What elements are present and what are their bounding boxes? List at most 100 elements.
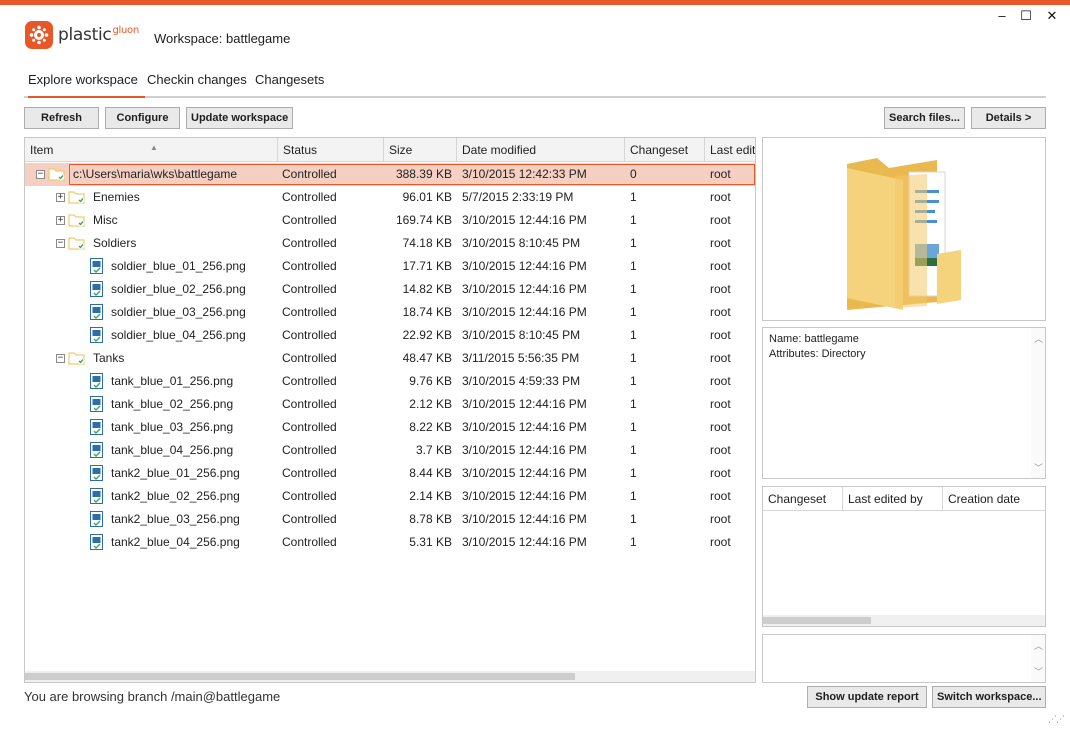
table-row[interactable]: − c:\Users\maria\wks\battlegame Controlled… xyxy=(25,163,755,186)
item-size: 2.12 KB xyxy=(409,397,452,411)
update-workspace-button[interactable]: Update workspace xyxy=(186,107,293,129)
column-header-status[interactable]: Status xyxy=(278,138,384,162)
column-header-last-edit[interactable]: Last edit xyxy=(705,138,755,162)
collapse-icon[interactable]: − xyxy=(56,354,65,363)
item-changeset: 1 xyxy=(630,282,637,296)
controlled-folder-icon xyxy=(68,352,85,365)
history-horizontal-scrollbar[interactable] xyxy=(763,615,1045,626)
controlled-folder-icon xyxy=(68,191,85,204)
configure-button[interactable]: Configure xyxy=(105,107,180,129)
item-size: 2.14 KB xyxy=(409,489,452,503)
table-row[interactable]: soldier_blue_01_256.png Controlled 17.71 K… xyxy=(25,255,755,278)
controlled-image-file-icon xyxy=(90,304,103,320)
item-changeset: 1 xyxy=(630,489,637,503)
item-size: 48.47 KB xyxy=(402,351,452,365)
item-last-edit: root xyxy=(710,443,731,457)
item-size: 5.31 KB xyxy=(409,535,452,549)
workspace-file-grid: Item ▲ Status Size Date modified Changese… xyxy=(24,137,756,683)
controlled-image-file-icon xyxy=(90,281,103,297)
table-row[interactable]: soldier_blue_04_256.png Controlled 22.92 K… xyxy=(25,324,755,347)
collapse-icon[interactable]: − xyxy=(36,170,45,179)
column-header-date-modified[interactable]: Date modified xyxy=(457,138,625,162)
item-status: Controlled xyxy=(282,535,337,549)
details-button[interactable]: Details > xyxy=(971,107,1046,129)
comment-panel[interactable]: ︿ ﹀ xyxy=(762,634,1046,683)
grid-header: Item ▲ Status Size Date modified Changese… xyxy=(25,138,755,162)
table-row[interactable]: tank_blue_01_256.png Controlled 9.76 KB 3/1… xyxy=(25,370,755,393)
table-row[interactable]: tank_blue_02_256.png Controlled 2.12 KB 3/1… xyxy=(25,393,755,416)
table-row[interactable]: soldier_blue_03_256.png Controlled 18.74 K… xyxy=(25,301,755,324)
item-name: Soldiers xyxy=(93,236,137,250)
controlled-image-file-icon xyxy=(90,534,103,550)
refresh-button[interactable]: Refresh xyxy=(24,107,99,129)
logo-wordmark: plasticgluon xyxy=(58,25,139,45)
properties-panel: Name: battlegame Attributes: Directory ︿… xyxy=(762,327,1046,479)
minimize-button[interactable]: – xyxy=(990,8,1014,24)
item-name: soldier_blue_01_256.png xyxy=(111,259,246,273)
item-name: tank_blue_04_256.png xyxy=(111,443,234,457)
comment-scroll-down-icon[interactable]: ﹀ xyxy=(1034,665,1043,678)
item-date-modified: 3/10/2015 12:44:16 PM xyxy=(462,535,587,549)
tab-checkin-changes[interactable]: Checkin changes xyxy=(147,72,247,98)
main-tabs: Explore workspace Checkin changes Change… xyxy=(24,72,1046,98)
comment-vertical-scrollbar[interactable]: ︿ ﹀ xyxy=(1031,635,1045,682)
resize-grip-icon[interactable]: ⋰⋰ xyxy=(1048,714,1065,725)
item-name: soldier_blue_03_256.png xyxy=(111,305,246,319)
item-date-modified: 3/10/2015 12:44:16 PM xyxy=(462,259,587,273)
item-date-modified: 3/10/2015 12:42:33 PM xyxy=(462,167,587,181)
table-row[interactable]: + Misc Controlled 169.74 KB 3/10/2015 12:44:… xyxy=(25,209,755,232)
item-changeset: 1 xyxy=(630,190,637,204)
grid-horizontal-scrollbar[interactable] xyxy=(25,671,755,682)
history-column-last-edited-by[interactable]: Last edited by xyxy=(843,487,943,511)
expand-icon[interactable]: + xyxy=(56,216,65,225)
table-row[interactable]: soldier_blue_02_256.png Controlled 14.82 K… xyxy=(25,278,755,301)
column-header-item[interactable]: Item ▲ xyxy=(25,138,278,162)
item-status: Controlled xyxy=(282,466,337,480)
comment-scroll-up-icon[interactable]: ︿ xyxy=(1034,639,1043,652)
search-files-button[interactable]: Search files... xyxy=(884,107,965,129)
item-date-modified: 3/10/2015 12:44:16 PM xyxy=(462,282,587,296)
item-date-modified: 3/11/2015 5:56:35 PM xyxy=(462,351,580,365)
history-scrollbar-thumb[interactable] xyxy=(763,617,871,624)
table-row[interactable]: tank2_blue_02_256.png Controlled 2.14 KB 3/… xyxy=(25,485,755,508)
scroll-down-icon[interactable]: ﹀ xyxy=(1034,461,1043,474)
item-changeset: 1 xyxy=(630,305,637,319)
history-column-changeset[interactable]: Changeset xyxy=(763,487,843,511)
column-header-changeset[interactable]: Changeset xyxy=(625,138,705,162)
table-row[interactable]: tank2_blue_01_256.png Controlled 8.44 KB 3/… xyxy=(25,462,755,485)
show-update-report-button[interactable]: Show update report xyxy=(807,686,927,708)
item-changeset: 1 xyxy=(630,351,637,365)
table-row[interactable]: + Enemies Controlled 96.01 KB 5/7/2015 2:33:… xyxy=(25,186,755,209)
column-header-size[interactable]: Size xyxy=(384,138,457,162)
switch-workspace-button[interactable]: Switch workspace... xyxy=(932,686,1046,708)
close-button[interactable]: ✕ xyxy=(1040,8,1064,24)
item-date-modified: 3/10/2015 12:44:16 PM xyxy=(462,420,587,434)
item-date-modified: 3/10/2015 12:44:16 PM xyxy=(462,489,587,503)
tab-explore-workspace[interactable]: Explore workspace xyxy=(28,72,145,98)
item-size: 169.74 KB xyxy=(395,213,452,227)
table-row[interactable]: − Tanks Controlled 48.47 KB 3/11/2015 5:56:3… xyxy=(25,347,755,370)
item-name: tank_blue_01_256.png xyxy=(111,374,234,388)
item-changeset: 1 xyxy=(630,420,637,434)
item-name: tank2_blue_01_256.png xyxy=(111,466,240,480)
properties-vertical-scrollbar[interactable]: ︿ ﹀ xyxy=(1031,328,1045,478)
maximize-button[interactable]: ☐ xyxy=(1014,8,1038,24)
table-row[interactable]: tank_blue_04_256.png Controlled 3.7 KB 3/10… xyxy=(25,439,755,462)
table-row[interactable]: tank2_blue_03_256.png Controlled 8.78 KB 3/… xyxy=(25,508,755,531)
expand-icon[interactable]: + xyxy=(56,193,65,202)
history-column-creation-date[interactable]: Creation date xyxy=(943,487,1045,511)
table-row[interactable]: tank_blue_03_256.png Controlled 8.22 KB 3/1… xyxy=(25,416,755,439)
table-row[interactable]: − Soldiers Controlled 74.18 KB 3/10/2015 8:1… xyxy=(25,232,755,255)
item-last-edit: root xyxy=(710,305,731,319)
tab-changesets[interactable]: Changesets xyxy=(255,72,324,98)
item-name: c:\Users\maria\wks\battlegame xyxy=(73,167,238,181)
table-row[interactable]: tank2_blue_04_256.png Controlled 5.31 KB 3/… xyxy=(25,531,755,554)
item-status: Controlled xyxy=(282,305,337,319)
scroll-up-icon[interactable]: ︿ xyxy=(1034,332,1043,345)
grid-scrollbar-thumb[interactable] xyxy=(25,673,575,680)
item-last-edit: root xyxy=(710,489,731,503)
property-name: Name: battlegame xyxy=(769,333,859,345)
collapse-icon[interactable]: − xyxy=(56,239,65,248)
controlled-image-file-icon xyxy=(90,465,103,481)
item-last-edit: root xyxy=(710,397,731,411)
